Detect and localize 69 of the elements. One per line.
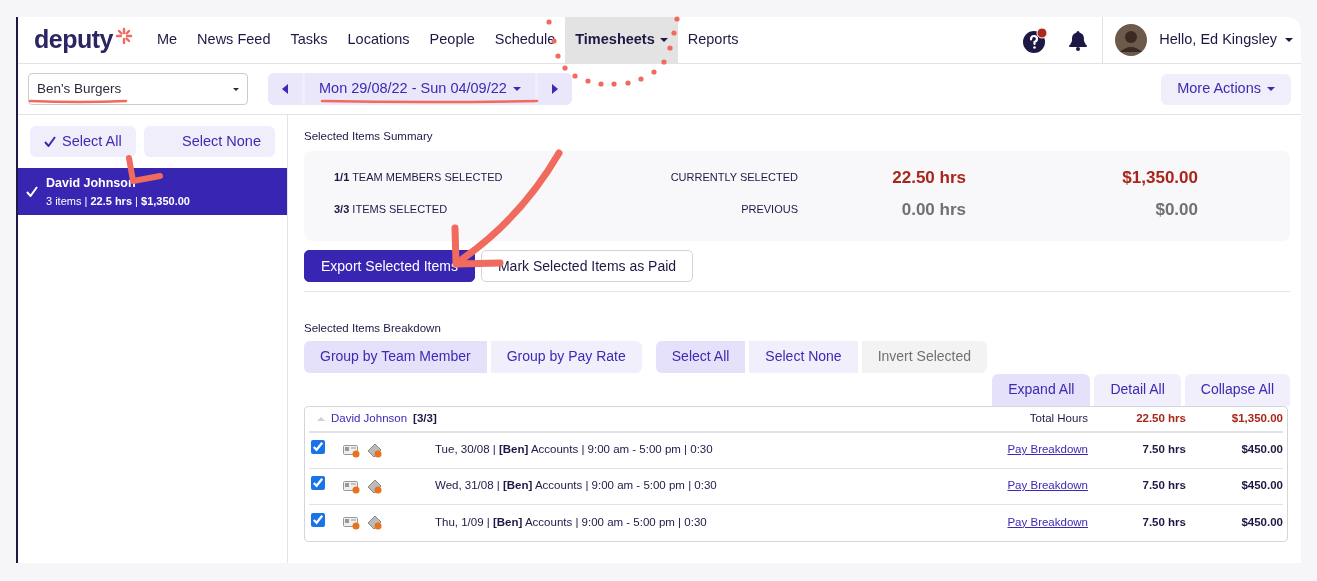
date-range-button[interactable]: Mon 29/08/22 - Sun 04/09/22 bbox=[305, 73, 535, 105]
user-menu[interactable]: Hello, Ed Kingsley bbox=[1159, 29, 1293, 51]
row-amount: $450.00 bbox=[1240, 478, 1283, 494]
total-label: Total Hours bbox=[1029, 410, 1088, 426]
row-checkbox[interactable] bbox=[311, 476, 325, 491]
logo-wordmark: deputy bbox=[34, 24, 113, 56]
pay-breakdown-link[interactable]: Pay Breakdown bbox=[1007, 479, 1088, 492]
hours-total: 22.50 hrs bbox=[1135, 410, 1186, 426]
id-card-icon bbox=[343, 515, 360, 530]
caret-icon bbox=[233, 87, 239, 91]
nav-link[interactable]: News Feed bbox=[187, 17, 281, 63]
row-hours: 7.50 hrs bbox=[1141, 514, 1186, 530]
nav-link[interactable]: Me bbox=[146, 17, 188, 63]
selection-button[interactable]: Select None bbox=[749, 340, 858, 373]
caret-icon bbox=[1267, 87, 1275, 91]
more-actions-button[interactable]: More Actions bbox=[1161, 73, 1291, 105]
selection-button[interactable]: Select All bbox=[655, 340, 746, 373]
shift-description: Tue, 30/08 | [Ben] Accounts | 9:00 am - 5:00 pm | 0:30 bbox=[435, 442, 714, 458]
pay-breakdown-link[interactable]: Pay Breakdown bbox=[1007, 443, 1088, 456]
nav-link[interactable]: Reports bbox=[677, 17, 749, 63]
nav-link[interactable]: Tasks bbox=[280, 17, 338, 63]
id-card-icon bbox=[343, 478, 360, 494]
summary-label: 1/1 TEAM MEMBERS SELECTED bbox=[333, 170, 504, 185]
amount-total: $1,350.00 bbox=[1121, 166, 1198, 189]
group-count: [3/3] bbox=[413, 410, 437, 426]
summary-label: 3/3 ITEMS SELECTED bbox=[333, 202, 449, 217]
shift-description: Wed, 31/08 | [Ben] Accounts | 9:00 am - 5:00 pm | 0:30 bbox=[435, 478, 718, 494]
right-arrow-icon bbox=[551, 84, 558, 94]
select-button[interactable]: Select None bbox=[143, 126, 275, 157]
row-checkbox[interactable] bbox=[311, 440, 325, 455]
hours-total: 22.50 hrs bbox=[891, 166, 966, 189]
select-button[interactable]: Select All bbox=[30, 126, 136, 157]
row-hours: 7.50 hrs bbox=[1141, 478, 1186, 494]
check-icon bbox=[44, 136, 56, 147]
logo-mark-icon bbox=[114, 27, 133, 45]
view-button[interactable]: Expand All bbox=[992, 373, 1091, 406]
row-amount: $450.00 bbox=[1240, 442, 1283, 458]
caret-icon bbox=[1285, 38, 1293, 42]
id-card-icon bbox=[343, 442, 360, 458]
check-icon bbox=[26, 186, 38, 198]
avatar bbox=[1115, 24, 1148, 56]
left-arrow-icon bbox=[282, 84, 288, 94]
notification-bell-icon[interactable] bbox=[1068, 29, 1089, 51]
next-week-button[interactable] bbox=[537, 73, 572, 105]
group-name[interactable]: David Johnson bbox=[331, 409, 408, 428]
section-title: Selected Items Summary bbox=[304, 129, 434, 144]
row-checkbox[interactable] bbox=[311, 512, 325, 527]
caret-icon bbox=[512, 87, 521, 91]
help-icon[interactable] bbox=[1022, 26, 1049, 54]
row-amount: $450.00 bbox=[1240, 514, 1283, 530]
view-button[interactable]: Collapse All bbox=[1184, 373, 1290, 406]
nav-link[interactable]: Schedule bbox=[484, 17, 566, 63]
row-hours: 7.50 hrs bbox=[1141, 442, 1186, 458]
pay-breakdown-link[interactable]: Pay Breakdown bbox=[1007, 515, 1088, 528]
amount-total: $1,350.00 bbox=[1230, 410, 1283, 426]
amount-total: $0.00 bbox=[1154, 198, 1198, 221]
hours-total: 0.00 hrs bbox=[900, 198, 966, 221]
group-button[interactable]: Group by Team Member bbox=[304, 340, 487, 373]
group-button[interactable]: Group by Pay Rate bbox=[490, 340, 642, 373]
nav-link[interactable]: Timesheets bbox=[565, 17, 678, 63]
nav-link[interactable]: Locations bbox=[337, 17, 420, 63]
summary-status: CURRENTLY SELECTED bbox=[669, 170, 798, 185]
nav-link[interactable]: People bbox=[419, 17, 485, 63]
location-select[interactable]: Ben's Burgers bbox=[28, 73, 248, 105]
view-button[interactable]: Detail All bbox=[1094, 373, 1181, 406]
shift-description: Thu, 1/09 | [Ben] Accounts | 9:00 am - 5:00 pm | 0:30 bbox=[435, 514, 708, 530]
summary-status: PREVIOUS bbox=[740, 202, 798, 217]
previous-week-button[interactable] bbox=[268, 73, 302, 105]
section-title: Selected Items Breakdown bbox=[304, 321, 442, 337]
